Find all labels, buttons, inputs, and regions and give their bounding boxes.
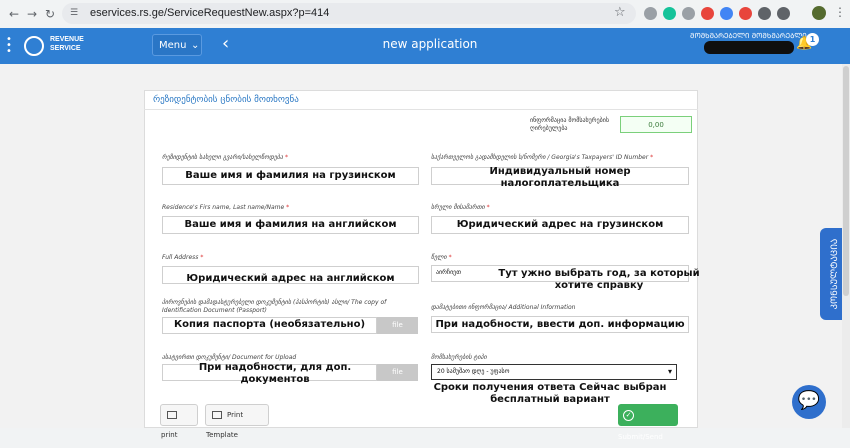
upload-label: ასატვირთი დოკუმენტი/ Document for Upload: [162, 354, 297, 361]
name-en-value: Ваше имя и фамилия на английском: [184, 219, 397, 230]
bookmark-ext-icon[interactable]: [777, 7, 790, 20]
passport-value: Копия паспорта (необязательно): [173, 319, 366, 330]
extensions-puzzle-icon[interactable]: [758, 7, 771, 20]
fee-value: 0,00: [620, 116, 692, 133]
name-en-label: Residence's Firs name, Last name/Name *: [162, 204, 290, 211]
address-en-value: Юридический адрес на английском: [186, 273, 395, 284]
back-chevron-icon[interactable]: ‹: [222, 32, 229, 56]
scrollbar-thumb[interactable]: [843, 66, 849, 296]
opera-ext-icon[interactable]: [739, 7, 752, 20]
printer-icon: [212, 411, 222, 419]
grammarly-ext-icon[interactable]: [663, 7, 676, 20]
submit-button[interactable]: ✓ Submit/Send: [618, 404, 678, 441]
site-info-icon[interactable]: ☰: [70, 8, 81, 19]
print-button[interactable]: print: [160, 404, 198, 439]
service-type-note: Сроки получения ответа Сейчас выбран бес…: [433, 382, 667, 405]
address-geo-label: სრული მისამართი *: [431, 204, 490, 211]
menu-button[interactable]: Menu ⌄: [152, 34, 202, 56]
edit-ext-icon[interactable]: [682, 7, 695, 20]
tax-id-label: საქართველოს გადამხდელის ს/ნომერი / Georg…: [431, 154, 654, 161]
redacted-user-name: [704, 41, 794, 54]
passport-file-button[interactable]: file: [377, 317, 418, 334]
title-divider: [144, 109, 698, 110]
logo-text: REVENUE SERVICE: [50, 35, 84, 53]
url-text: eservices.rs.ge/ServiceRequestNew.aspx?p…: [90, 7, 330, 19]
service-type-label: მომსახურების ტიპი: [431, 354, 487, 361]
address-geo-value: Юридический адрес на грузинском: [456, 219, 664, 230]
app-grid-icon[interactable]: • • •: [6, 35, 12, 57]
app-header: • • • REVENUE SERVICE Menu ⌄ ‹ new applica…: [0, 28, 850, 64]
menu-label: Menu: [159, 40, 187, 51]
address-en-label: Full Address *: [162, 254, 204, 261]
wallet-ext-icon[interactable]: [720, 7, 733, 20]
year-select-text: აირჩიეთ: [436, 269, 462, 276]
name-geo-label: რეზიდენტის სახელი გვარი/სახელწოდება *: [162, 154, 288, 161]
profile-avatar[interactable]: [812, 6, 826, 20]
additional-info-label: დამატებითი ინფორმაცია/ Additional Inform…: [431, 304, 576, 311]
notification-badge: 1: [806, 33, 819, 46]
chevron-down-icon: ▾: [667, 367, 672, 376]
service-type-selected: 20 სამუშაო დღე - უფასო: [437, 368, 510, 375]
shield-ext-icon[interactable]: [644, 7, 657, 20]
print-template-button[interactable]: Print Template: [205, 404, 269, 439]
fee-label: ინფორმაცია მომსახურების ღირებულება: [530, 117, 609, 132]
back-arrow-icon[interactable]: ←: [6, 6, 22, 22]
form-title: რეზიდენტობის ცნობის მოთხოვნა: [153, 95, 299, 105]
submit-label: Submit/Send: [618, 433, 663, 441]
more-menu-icon[interactable]: ⋮: [834, 5, 846, 19]
page-title: new application: [382, 37, 478, 51]
revenue-service-logo[interactable]: [24, 36, 44, 56]
chevron-down-icon: ⌄: [191, 40, 200, 51]
service-type-select[interactable]: 20 სამუშაო დღე - უფასო ▾: [431, 364, 677, 380]
passport-label: პიროვნების დამადასტურებელი დოკუმენტის (პ…: [162, 299, 387, 314]
logo-line1: REVENUE: [50, 36, 84, 43]
chat-bubble-icon[interactable]: 💬: [792, 385, 826, 419]
reload-icon[interactable]: ↻: [42, 6, 58, 22]
check-circle-icon: ✓: [623, 409, 634, 421]
printer-icon: [167, 411, 177, 419]
tax-id-value: Индивидуальный номер налогоплательщика: [489, 166, 631, 189]
forward-arrow-icon[interactable]: →: [24, 6, 40, 22]
year-value: Тут ужно выбрать год, за который хотите …: [498, 268, 700, 291]
additional-info-value: При надобности, ввести доп. информацию: [435, 319, 685, 330]
logo-line2: SERVICE: [50, 45, 81, 52]
bookmark-star-icon[interactable]: ☆: [614, 5, 626, 20]
year-label: წელი *: [431, 254, 452, 261]
upload-value: При надобности, для доп. документов: [198, 362, 352, 385]
name-geo-value: Ваше имя и фамилия на грузинском: [185, 170, 396, 181]
address-bar[interactable]: ☰ eservices.rs.ge/ServiceRequestNew.aspx…: [62, 3, 636, 24]
print-label: print: [161, 431, 178, 439]
adblock-ext-icon[interactable]: [701, 7, 714, 20]
user-label: ᲛᲝᲛᲮᲛᲐᲠᲔᲑᲔᲚᲘ ᲛᲝᲛᲮᲛᲐᲠᲔᲑᲚᲘ: [690, 32, 807, 40]
upload-file-button[interactable]: file: [377, 364, 418, 381]
